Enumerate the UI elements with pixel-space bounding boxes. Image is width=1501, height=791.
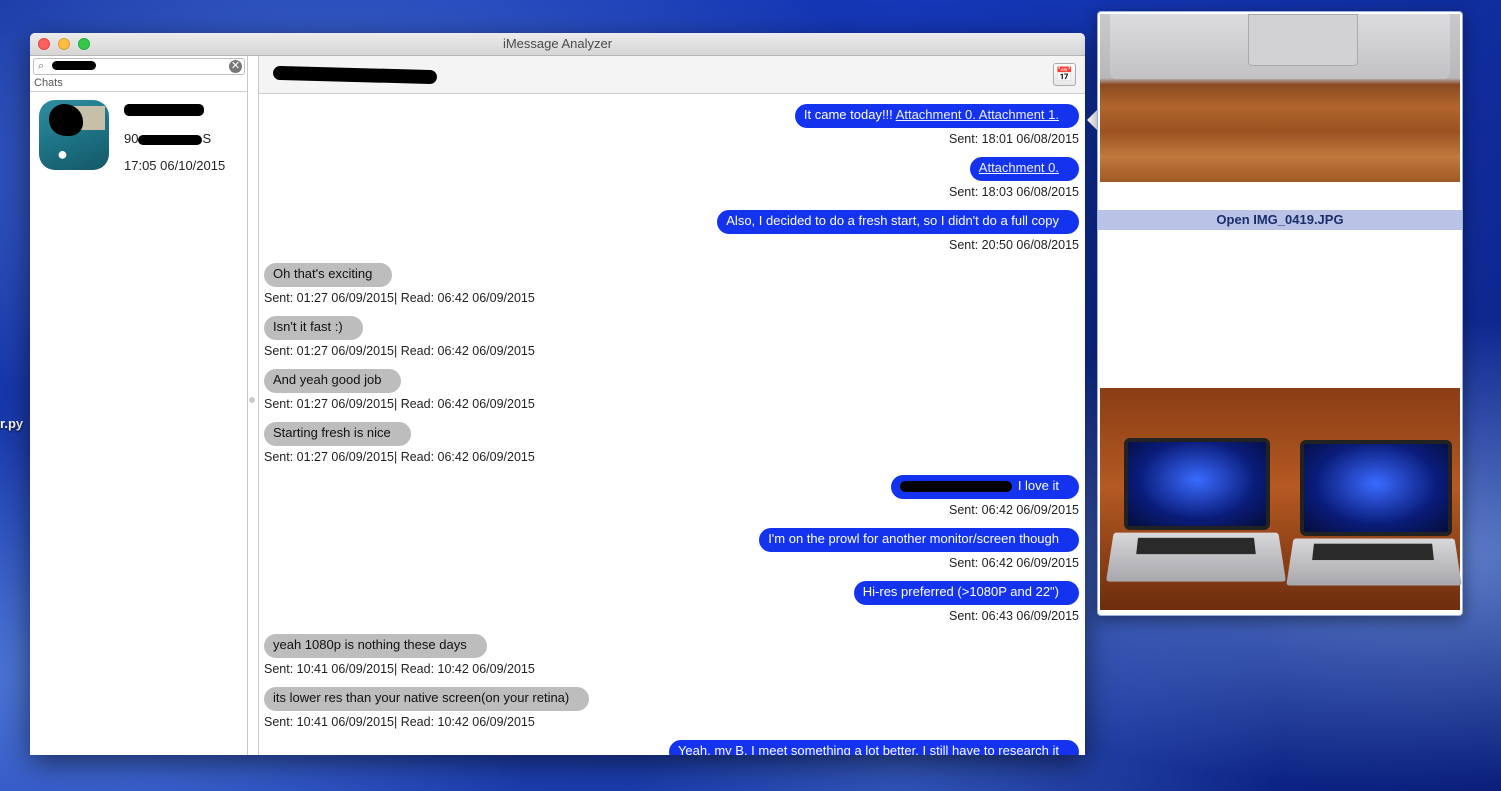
chat-number-suffix: S: [202, 131, 212, 146]
message-sent: I'm on the prowl for another monitor/scr…: [759, 528, 1079, 570]
message-meta: Sent: 10:41 06/09/2015| Read: 10:42 06/0…: [264, 715, 535, 729]
message-received: yeah 1080p is nothing these days Sent: 1…: [264, 634, 535, 676]
message-bubble: Yeah, my B. I meet something a lot bette…: [668, 740, 1079, 755]
popover-pointer: [1087, 110, 1097, 130]
chat-name-redacted: [124, 104, 204, 116]
laptop-screen-left: [1124, 438, 1270, 530]
chat-timestamp: 17:05 06/10/2015: [124, 158, 226, 173]
attachment-link[interactable]: Attachment 0. Attachment 1.: [896, 107, 1059, 122]
laptop-base-left: [1105, 532, 1287, 582]
chats-divider: [30, 91, 247, 92]
message-bubble: I love it: [890, 475, 1079, 499]
split-view-handle[interactable]: [249, 397, 255, 403]
desktop-file-label[interactable]: r.py: [0, 416, 23, 431]
laptop-base-right: [1286, 538, 1462, 586]
apple-logo-icon: ●: [57, 144, 68, 164]
message-meta: Sent: 06:43 06/09/2015: [949, 609, 1079, 623]
message-meta: Sent: 18:03 06/08/2015: [949, 185, 1079, 199]
message-sent: Hi-res preferred (>1080P and 22") Sent: …: [853, 581, 1079, 623]
imessage-analyzer-window: iMessage Analyzer ⌕ ✕ Chats ● 90 S 17:05 …: [30, 33, 1085, 755]
message-bubble: Also, I decided to do a fresh start, so …: [717, 210, 1079, 234]
message-redaction: [899, 481, 1012, 493]
message-meta: Sent: 10:41 06/09/2015| Read: 10:42 06/0…: [264, 662, 535, 676]
message-received: its lower res than your native screen(on…: [264, 687, 590, 729]
sidebar: ⌕ ✕ Chats ● 90 S 17:05 06/10/2015: [30, 56, 248, 755]
message-received: Isn't it fast :) Sent: 01:27 06/09/2015|…: [264, 316, 535, 358]
keyboard-right: [1312, 543, 1434, 561]
attachment-image-2[interactable]: [1100, 388, 1462, 610]
conversation-header: 📅: [259, 56, 1085, 94]
close-window-button[interactable]: [38, 38, 50, 50]
message-sent: I love it Sent: 06:42 06/09/2015: [890, 475, 1079, 517]
search-input[interactable]: ⌕ ✕: [33, 58, 245, 75]
avatar-redaction: [49, 104, 83, 136]
search-value-redacted: [52, 61, 96, 70]
message-bubble: Attachment 0.: [969, 157, 1079, 181]
message-meta: Sent: 01:27 06/09/2015| Read: 06:42 06/0…: [264, 397, 535, 411]
message-text: It came today!!!: [803, 107, 896, 122]
message-sent: Yeah, my B. I meet something a lot bette…: [668, 740, 1079, 755]
chat-list-item[interactable]: ● 90 S 17:05 06/10/2015: [30, 94, 247, 174]
message-text: I love it: [1017, 478, 1059, 493]
laptop-screen-right: [1300, 440, 1452, 536]
message-received: And yeah good job Sent: 01:27 06/09/2015…: [264, 369, 535, 411]
message-meta: Sent: 20:50 06/08/2015: [949, 238, 1079, 252]
attachment-link[interactable]: Attachment 0.: [979, 160, 1059, 175]
message-bubble: It came today!!! Attachment 0. Attachmen…: [794, 104, 1079, 128]
keyboard-left: [1136, 537, 1256, 555]
clear-search-icon[interactable]: ✕: [229, 60, 242, 73]
conversation-pane: 📅 It came today!!! Attachment 0. Attachm…: [258, 56, 1085, 755]
laptop-trackpad: [1248, 14, 1358, 66]
message-meta: Sent: 01:27 06/09/2015| Read: 06:42 06/0…: [264, 450, 535, 464]
calendar-icon: 📅: [1055, 66, 1074, 82]
message-meta: Sent: 06:42 06/09/2015: [949, 556, 1079, 570]
chat-number-prefix: 90: [124, 131, 139, 146]
magnifier-icon: ⌕: [38, 60, 45, 72]
zoom-window-button[interactable]: [78, 38, 90, 50]
calendar-button[interactable]: 📅: [1053, 63, 1076, 86]
title-bar[interactable]: iMessage Analyzer: [30, 33, 1085, 56]
message-meta: Sent: 01:27 06/09/2015| Read: 06:42 06/0…: [264, 344, 535, 358]
message-meta: Sent: 06:42 06/09/2015: [949, 503, 1079, 517]
contact-name-redacted: [272, 65, 438, 85]
message-bubble: yeah 1080p is nothing these days: [264, 634, 487, 658]
message-sent: Also, I decided to do a fresh start, so …: [717, 210, 1079, 252]
message-bubble: Isn't it fast :): [264, 316, 363, 340]
message-sent: Attachment 0. Sent: 18:03 06/08/2015: [949, 157, 1079, 199]
message-bubble: its lower res than your native screen(on…: [264, 687, 590, 711]
chat-number: 90 S: [124, 131, 211, 146]
message-sent: It came today!!! Attachment 0. Attachmen…: [794, 104, 1079, 146]
message-bubble: And yeah good job: [264, 369, 402, 393]
message-meta: Sent: 18:01 06/08/2015: [949, 132, 1079, 146]
message-bubble: Oh that's exciting: [264, 263, 393, 287]
window-title: iMessage Analyzer: [502, 36, 613, 51]
message-bubble: I'm on the prowl for another monitor/scr…: [759, 528, 1079, 552]
chats-label: Chats: [34, 77, 63, 89]
minimize-window-button[interactable]: [58, 38, 70, 50]
chat-number-redacted: [138, 134, 203, 145]
message-list[interactable]: It came today!!! Attachment 0. Attachmen…: [259, 94, 1085, 755]
avatar: ●: [39, 100, 109, 170]
message-received: Starting fresh is nice Sent: 01:27 06/09…: [264, 422, 535, 464]
message-bubble: Starting fresh is nice: [264, 422, 411, 446]
message-meta: Sent: 01:27 06/09/2015| Read: 06:42 06/0…: [264, 291, 535, 305]
message-bubble: Hi-res preferred (>1080P and 22"): [853, 581, 1079, 605]
attachment-image-1[interactable]: [1100, 14, 1460, 182]
attachment-preview-popover: Open IMG_0419.JPG: [1097, 11, 1463, 616]
open-attachment-button[interactable]: Open IMG_0419.JPG: [1098, 210, 1462, 230]
message-received: Oh that's exciting Sent: 01:27 06/09/201…: [264, 263, 535, 305]
